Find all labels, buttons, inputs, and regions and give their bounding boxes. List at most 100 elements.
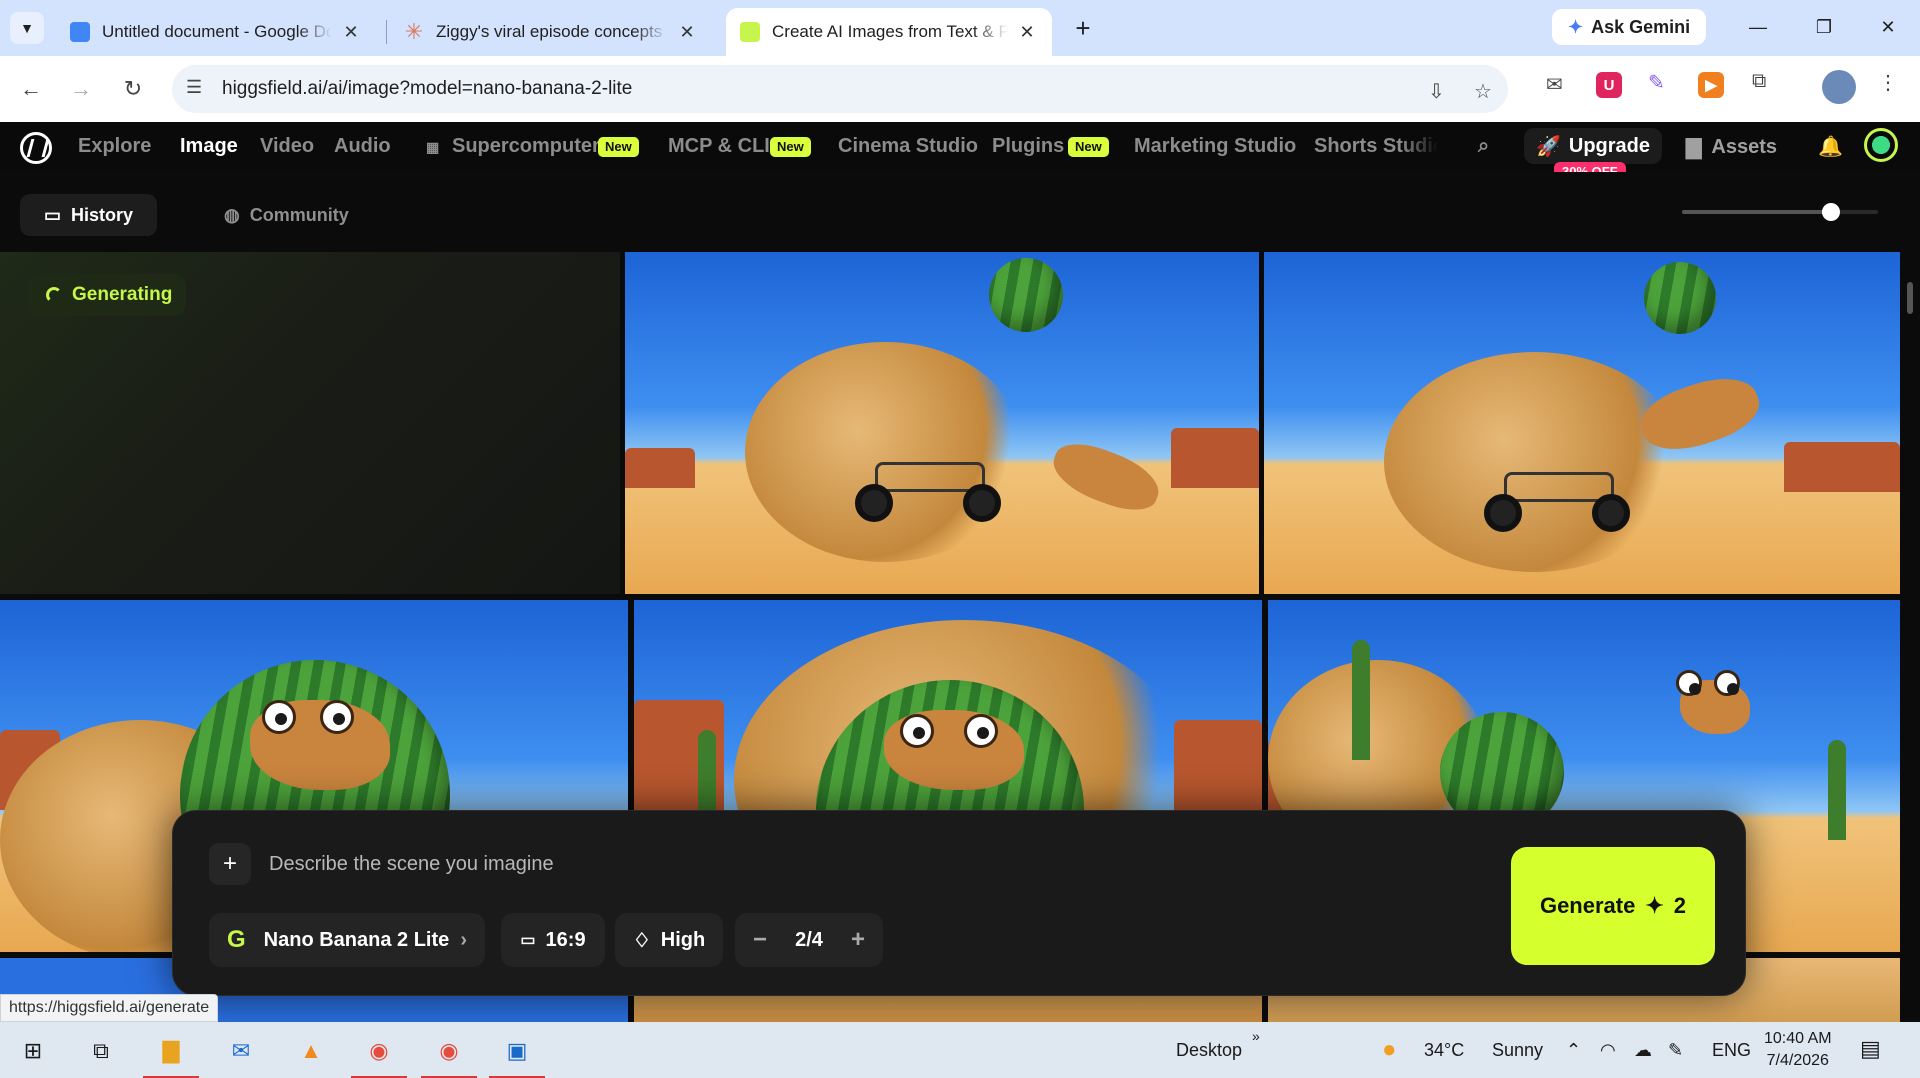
weather-condition[interactable]: Sunny bbox=[1492, 1040, 1543, 1061]
file-explorer-icon[interactable]: ▇ bbox=[143, 1032, 199, 1078]
nav-mcp-cli[interactable]: MCP & CLI bbox=[668, 135, 770, 158]
pen-icon[interactable]: ✎ bbox=[1668, 1040, 1683, 1061]
mail-extension-icon[interactable]: ✉ bbox=[1546, 72, 1563, 97]
chevron-up-icon[interactable]: ⌃ bbox=[1566, 1040, 1581, 1061]
close-icon[interactable]: ✕ bbox=[676, 22, 698, 43]
gallery-scrollbar[interactable] bbox=[1900, 252, 1920, 1022]
zoom-slider[interactable] bbox=[1682, 203, 1878, 221]
back-arrow-icon[interactable]: ← bbox=[14, 72, 48, 106]
claude-icon: ✳ bbox=[404, 19, 424, 44]
tab-history[interactable]: ▭ History bbox=[20, 194, 158, 236]
nav-shorts-studio[interactable]: Shorts Studio bbox=[1314, 135, 1438, 158]
restore-button[interactable]: ❐ bbox=[1804, 10, 1844, 44]
extensions-puzzle-icon[interactable]: ⧉ bbox=[1752, 70, 1766, 93]
kebab-menu-icon[interactable]: ⋮ bbox=[1878, 70, 1898, 95]
aspect-ratio-selector[interactable]: ▭ 16:9 bbox=[501, 913, 605, 967]
new-badge: New bbox=[1068, 137, 1109, 157]
browser-tab-claude[interactable]: ✳ Ziggy's viral episode concepts - Claud… bbox=[390, 8, 712, 56]
task-view-icon[interactable]: ⧉ bbox=[82, 1032, 120, 1070]
forward-arrow-icon[interactable]: → bbox=[64, 72, 98, 106]
generated-image[interactable] bbox=[1264, 252, 1900, 594]
close-icon[interactable]: ✕ bbox=[1016, 22, 1038, 43]
minus-icon[interactable]: − bbox=[753, 926, 767, 954]
generate-cost: 2 bbox=[1673, 893, 1687, 918]
rocket-icon: 🚀 bbox=[1535, 135, 1561, 158]
bookmark-star-icon[interactable]: ☆ bbox=[1474, 79, 1492, 104]
tab-title: Create AI Images from Text & Photos bbox=[772, 22, 1008, 41]
generating-label: Generating bbox=[72, 284, 173, 305]
windows-taskbar: ⊞ ⧉ ▇ ✉ ▲ ◉ ◉ ▣ Desktop » ● 34°C Sunny ⌃… bbox=[0, 1022, 1920, 1078]
nav-plugins[interactable]: Plugins bbox=[992, 135, 1064, 158]
chevron-more-icon[interactable]: » bbox=[1252, 1028, 1260, 1044]
address-bar[interactable]: ☰ higgsfield.ai/ai/image?model=nano-bana… bbox=[172, 65, 1508, 113]
nav-explore[interactable]: Explore bbox=[78, 135, 151, 158]
count-value: 2/4 bbox=[795, 928, 823, 951]
zoom-slider-fill bbox=[1682, 210, 1831, 214]
model-label: Nano Banana 2 Lite bbox=[263, 928, 450, 951]
outlook-icon[interactable]: ✉ bbox=[222, 1032, 260, 1070]
tab-community[interactable]: ◍ Community bbox=[200, 194, 373, 236]
upgrade-button[interactable]: 🚀 Upgrade bbox=[1524, 128, 1662, 164]
window-close-button[interactable]: ✕ bbox=[1868, 10, 1908, 44]
new-tab-button[interactable]: + bbox=[1066, 12, 1100, 44]
nav-image[interactable]: Image bbox=[180, 135, 238, 158]
tab-search-button[interactable]: ▼ bbox=[10, 12, 44, 44]
ublock-extension-icon[interactable]: U bbox=[1596, 72, 1622, 98]
zoom-slider-handle[interactable] bbox=[1821, 203, 1840, 221]
notification-icon[interactable]: ▤ bbox=[1860, 1036, 1881, 1062]
profile-avatar[interactable] bbox=[1822, 70, 1856, 104]
nav-video[interactable]: Video bbox=[260, 135, 314, 158]
nav-marketing-studio[interactable]: Marketing Studio bbox=[1134, 135, 1296, 158]
nav-cinema-studio[interactable]: Cinema Studio bbox=[838, 135, 978, 158]
search-icon[interactable]: ⌕ bbox=[1478, 135, 1489, 158]
generated-image[interactable] bbox=[625, 252, 1259, 594]
site-info-icon[interactable]: ☰ bbox=[186, 77, 202, 98]
remote-desktop-icon[interactable]: ▣ bbox=[489, 1032, 545, 1078]
browser-tab-docs[interactable]: Untitled document - Google Docs ✕ bbox=[56, 8, 376, 56]
vlc-icon[interactable]: ▲ bbox=[292, 1032, 330, 1070]
cloud-icon[interactable]: ☁ bbox=[1634, 1040, 1652, 1061]
gallery-subnav: ▭ History ◍ Community bbox=[0, 172, 1920, 252]
spinner-icon bbox=[46, 287, 62, 303]
weather-temp[interactable]: 34°C bbox=[1424, 1040, 1464, 1061]
network-icon[interactable]: ◠ bbox=[1600, 1040, 1616, 1061]
quality-selector[interactable]: ♢ High bbox=[615, 913, 723, 967]
install-app-icon[interactable]: ⇩ bbox=[1428, 79, 1445, 104]
chrome-profile-icon[interactable]: ◉ bbox=[421, 1032, 477, 1078]
tab-title: Ziggy's viral episode concepts - Claude bbox=[436, 22, 668, 41]
pen-extension-icon[interactable]: ✎ bbox=[1648, 70, 1665, 95]
chrome-icon[interactable]: ◉ bbox=[351, 1032, 407, 1078]
minimize-button[interactable]: — bbox=[1738, 10, 1778, 44]
desktop-toolbar-label[interactable]: Desktop bbox=[1176, 1040, 1242, 1061]
history-label: History bbox=[71, 204, 134, 225]
scrollbar-thumb[interactable] bbox=[1907, 282, 1913, 314]
assets-button[interactable]: ▇ Assets bbox=[1686, 135, 1777, 160]
ask-gemini-button[interactable]: ✦ Ask Gemini bbox=[1552, 9, 1707, 45]
upgrade-label: Upgrade bbox=[1568, 134, 1651, 157]
orange-extension-icon[interactable]: ▶ bbox=[1698, 72, 1724, 98]
url-text[interactable]: higgsfield.ai/ai/image?model=nano-banana… bbox=[222, 78, 632, 100]
prompt-input[interactable] bbox=[269, 843, 1269, 885]
language-indicator[interactable]: ENG bbox=[1712, 1040, 1751, 1061]
sun-icon: ● bbox=[1382, 1036, 1397, 1063]
image-count-stepper: − 2/4 + bbox=[735, 913, 883, 967]
user-avatar[interactable] bbox=[1864, 128, 1898, 162]
nav-audio[interactable]: Audio bbox=[334, 135, 391, 158]
diamond-icon: ♢ bbox=[632, 929, 651, 952]
system-clock[interactable]: 10:40 AM 7/4/2026 bbox=[1764, 1028, 1832, 1072]
close-icon[interactable]: ✕ bbox=[340, 22, 362, 43]
plus-icon[interactable]: + bbox=[851, 926, 865, 954]
higgsfield-logo[interactable] bbox=[20, 132, 52, 164]
aspect-ratio-icon: ▭ bbox=[520, 932, 536, 949]
nav-supercomputer[interactable]: Supercomputer bbox=[452, 135, 600, 158]
grid-icon: ▦ bbox=[426, 139, 440, 155]
windows-start-icon[interactable]: ⊞ bbox=[14, 1032, 52, 1070]
browser-tab-higgsfield[interactable]: Create AI Images from Text & Photos ✕ bbox=[726, 8, 1052, 56]
add-reference-button[interactable]: + bbox=[209, 843, 251, 885]
generate-button[interactable]: Generate ✦ 2 bbox=[1511, 847, 1715, 965]
model-selector[interactable]: G Nano Banana 2 Lite › bbox=[209, 913, 485, 967]
clock-time: 10:40 AM bbox=[1764, 1030, 1832, 1047]
bell-icon[interactable]: 🔔 bbox=[1818, 134, 1843, 159]
reload-icon[interactable]: ↻ bbox=[116, 72, 150, 106]
chevron-right-icon: › bbox=[460, 928, 467, 951]
